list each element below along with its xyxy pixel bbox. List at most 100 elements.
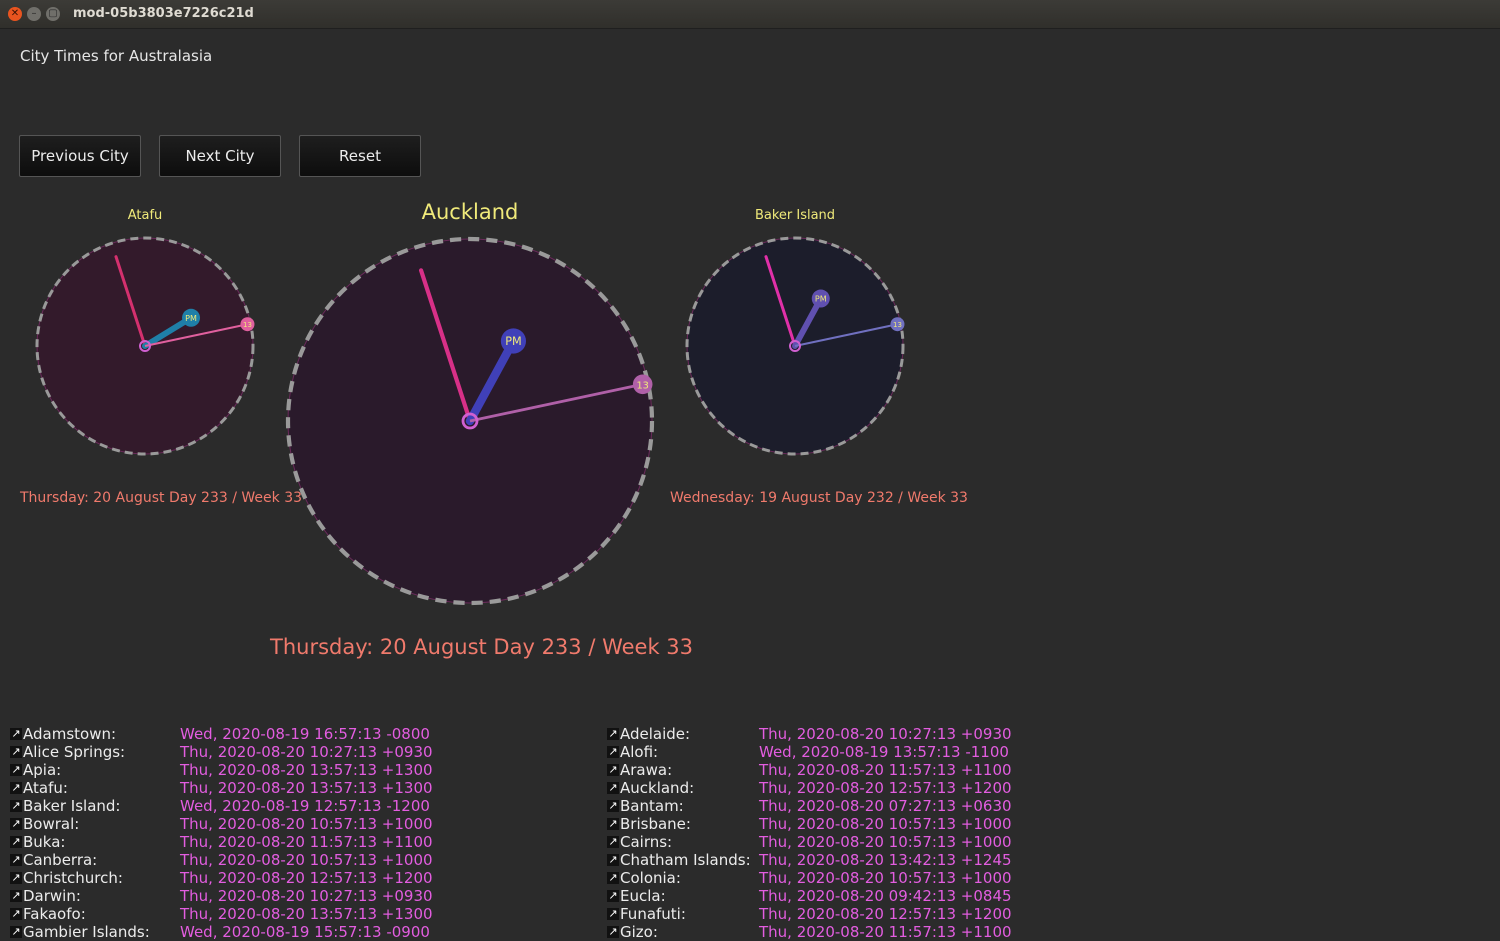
window-title: mod-05b3803e7226c21d — [73, 6, 254, 21]
timezone-city: Darwin: — [23, 887, 81, 905]
timezone-time: Thu, 2020-08-20 10:27:13 +0930 — [180, 887, 433, 905]
timezone-row: ↗ Gambier Islands: Wed, 2020-08-19 15:57:1… — [10, 923, 590, 941]
timezone-list-right: ↗ Adelaide: Thu, 2020-08-20 10:27:13 +0930… — [607, 725, 1207, 941]
right-minute-hand — [764, 255, 797, 348]
main-clock-date: Thursday: 20 August Day 233 / Week 33 — [270, 635, 694, 659]
timezone-row: ↗ Brisbane: Thu, 2020-08-20 10:57:13 +1000 — [607, 815, 1207, 833]
open-link-icon[interactable]: ↗ — [607, 854, 619, 866]
timezone-time: Thu, 2020-08-20 12:57:13 +1200 — [180, 869, 433, 887]
timezone-row: ↗ Cairns: Thu, 2020-08-20 10:57:13 +1000 — [607, 833, 1207, 851]
timezone-time: Thu, 2020-08-20 10:57:13 +1000 — [759, 815, 1012, 833]
timezone-city: Alice Springs: — [23, 743, 126, 761]
open-link-icon[interactable]: ↗ — [10, 908, 22, 920]
timezone-city: Colonia: — [620, 869, 681, 887]
previous-city-button[interactable]: Previous City — [19, 135, 141, 177]
main-clock-rim — [285, 236, 655, 606]
open-link-icon[interactable]: ↗ — [10, 746, 22, 758]
open-link-icon[interactable]: ↗ — [607, 836, 619, 848]
main-hour-hand — [465, 336, 518, 426]
timezone-city: Arawa: — [620, 761, 673, 779]
main-clock: PM 13 — [285, 236, 655, 606]
timezone-time: Thu, 2020-08-20 09:42:13 +0845 — [759, 887, 1012, 905]
timezone-time: Thu, 2020-08-20 11:57:13 +1100 — [180, 833, 433, 851]
timezone-city: Bowral: — [23, 815, 80, 833]
timezone-row: ↗ Alice Springs: Thu, 2020-08-20 10:27:13 … — [10, 743, 590, 761]
right-second-text: 13 — [893, 321, 902, 329]
timezone-time: Thu, 2020-08-20 10:57:13 +1000 — [759, 869, 1012, 887]
timezone-city: Eucla: — [620, 887, 666, 905]
open-link-icon[interactable]: ↗ — [10, 818, 22, 830]
right-clock-city: Baker Island — [754, 208, 836, 223]
open-link-icon[interactable]: ↗ — [607, 746, 619, 758]
timezone-row: ↗ Auckland: Thu, 2020-08-20 12:57:13 +1200 — [607, 779, 1207, 797]
timezone-row: ↗ Christchurch: Thu, 2020-08-20 12:57:13 +… — [10, 869, 590, 887]
left-second-text: 13 — [243, 321, 252, 329]
open-link-icon[interactable]: ↗ — [10, 890, 22, 902]
main-ampm-text: PM — [505, 335, 521, 348]
timezone-city: Apia: — [23, 761, 62, 779]
timezone-time: Thu, 2020-08-20 10:27:13 +0930 — [759, 725, 1012, 743]
timezone-time: Thu, 2020-08-20 07:27:13 +0630 — [759, 797, 1012, 815]
left-ampm-badge — [182, 308, 201, 327]
timezone-row: ↗ Buka: Thu, 2020-08-20 11:57:13 +1100 — [10, 833, 590, 851]
timezone-time: Thu, 2020-08-20 12:57:13 +1200 — [759, 905, 1012, 923]
left-clock-date: Thursday: 20 August Day 233 / Week 33 — [20, 490, 303, 506]
open-link-icon[interactable]: ↗ — [10, 782, 22, 794]
open-link-icon[interactable]: ↗ — [607, 908, 619, 920]
timezone-city: Bantam: — [620, 797, 684, 815]
timezone-city: Atafu: — [23, 779, 68, 797]
window-minimize-button[interactable]: – — [27, 7, 41, 21]
timezone-city: Auckland: — [620, 779, 695, 797]
main-second-text: 13 — [636, 380, 648, 391]
open-link-icon[interactable]: ↗ — [10, 800, 22, 812]
open-link-icon[interactable]: ↗ — [10, 764, 22, 776]
timezone-list-left: ↗ Adamstown: Wed, 2020-08-19 16:57:13 -080… — [10, 725, 590, 941]
open-link-icon[interactable]: ↗ — [10, 836, 22, 848]
timezone-city: Buka: — [23, 833, 66, 851]
open-link-icon[interactable]: ↗ — [10, 854, 22, 866]
timezone-row: ↗ Funafuti: Thu, 2020-08-20 12:57:13 +1200 — [607, 905, 1207, 923]
timezone-city: Baker Island: — [23, 797, 121, 815]
main-clock-face — [287, 238, 653, 604]
timezone-city: Christchurch: — [23, 869, 123, 887]
timezone-row: ↗ Adelaide: Thu, 2020-08-20 10:27:13 +0930 — [607, 725, 1207, 743]
timezone-city: Chatham Islands: — [620, 851, 751, 869]
open-link-icon[interactable]: ↗ — [10, 728, 22, 740]
open-link-icon[interactable]: ↗ — [607, 872, 619, 884]
main-second-hand — [469, 382, 643, 423]
timezone-time: Thu, 2020-08-20 13:57:13 +1300 — [180, 779, 433, 797]
timezone-time: Thu, 2020-08-20 13:42:13 +1245 — [759, 851, 1012, 869]
left-minute-hand — [114, 255, 147, 348]
timezone-row: ↗ Bowral: Thu, 2020-08-20 10:57:13 +1000 — [10, 815, 590, 833]
open-link-icon[interactable]: ↗ — [607, 890, 619, 902]
open-link-icon[interactable]: ↗ — [10, 872, 22, 884]
app-title: City Times for Australasia — [20, 47, 213, 65]
right-clock-rim — [685, 236, 905, 456]
window-maximize-button[interactable]: ▢ — [46, 7, 60, 21]
timezone-city: Adelaide: — [620, 725, 691, 743]
timezone-row: ↗ Darwin: Thu, 2020-08-20 10:27:13 +0930 — [10, 887, 590, 905]
timezone-row: ↗ Canberra: Thu, 2020-08-20 10:57:13 +1000 — [10, 851, 590, 869]
main-clock-center — [461, 412, 479, 430]
timezone-time: Thu, 2020-08-20 13:57:13 +1300 — [180, 905, 433, 923]
timezone-time: Wed, 2020-08-19 12:57:13 -1200 — [180, 797, 430, 815]
timezone-city: Gizo: — [620, 923, 658, 941]
left-clock-city: Atafu — [127, 208, 163, 223]
open-link-icon[interactable]: ↗ — [607, 782, 619, 794]
timezone-time: Thu, 2020-08-20 10:57:13 +1000 — [180, 815, 433, 833]
timezone-time: Wed, 2020-08-19 13:57:13 -1100 — [759, 743, 1009, 761]
reset-button[interactable]: Reset — [299, 135, 421, 177]
window-close-button[interactable]: ✕ — [8, 7, 22, 21]
open-link-icon[interactable]: ↗ — [607, 818, 619, 830]
timezone-city: Alofi: — [620, 743, 659, 761]
open-link-icon[interactable]: ↗ — [607, 728, 619, 740]
main-minute-hand — [418, 268, 473, 424]
timezone-row: ↗ Eucla: Thu, 2020-08-20 09:42:13 +0845 — [607, 887, 1207, 905]
open-link-icon[interactable]: ↗ — [607, 764, 619, 776]
left-second-hand — [144, 323, 248, 347]
timezone-time: Wed, 2020-08-19 16:57:13 -0800 — [180, 725, 430, 743]
open-link-icon[interactable]: ↗ — [607, 800, 619, 812]
timezone-city: Fakaofo: — [23, 905, 86, 923]
next-city-button[interactable]: Next City — [159, 135, 281, 177]
timezone-row: ↗ Atafu: Thu, 2020-08-20 13:57:13 +1300 — [10, 779, 590, 797]
